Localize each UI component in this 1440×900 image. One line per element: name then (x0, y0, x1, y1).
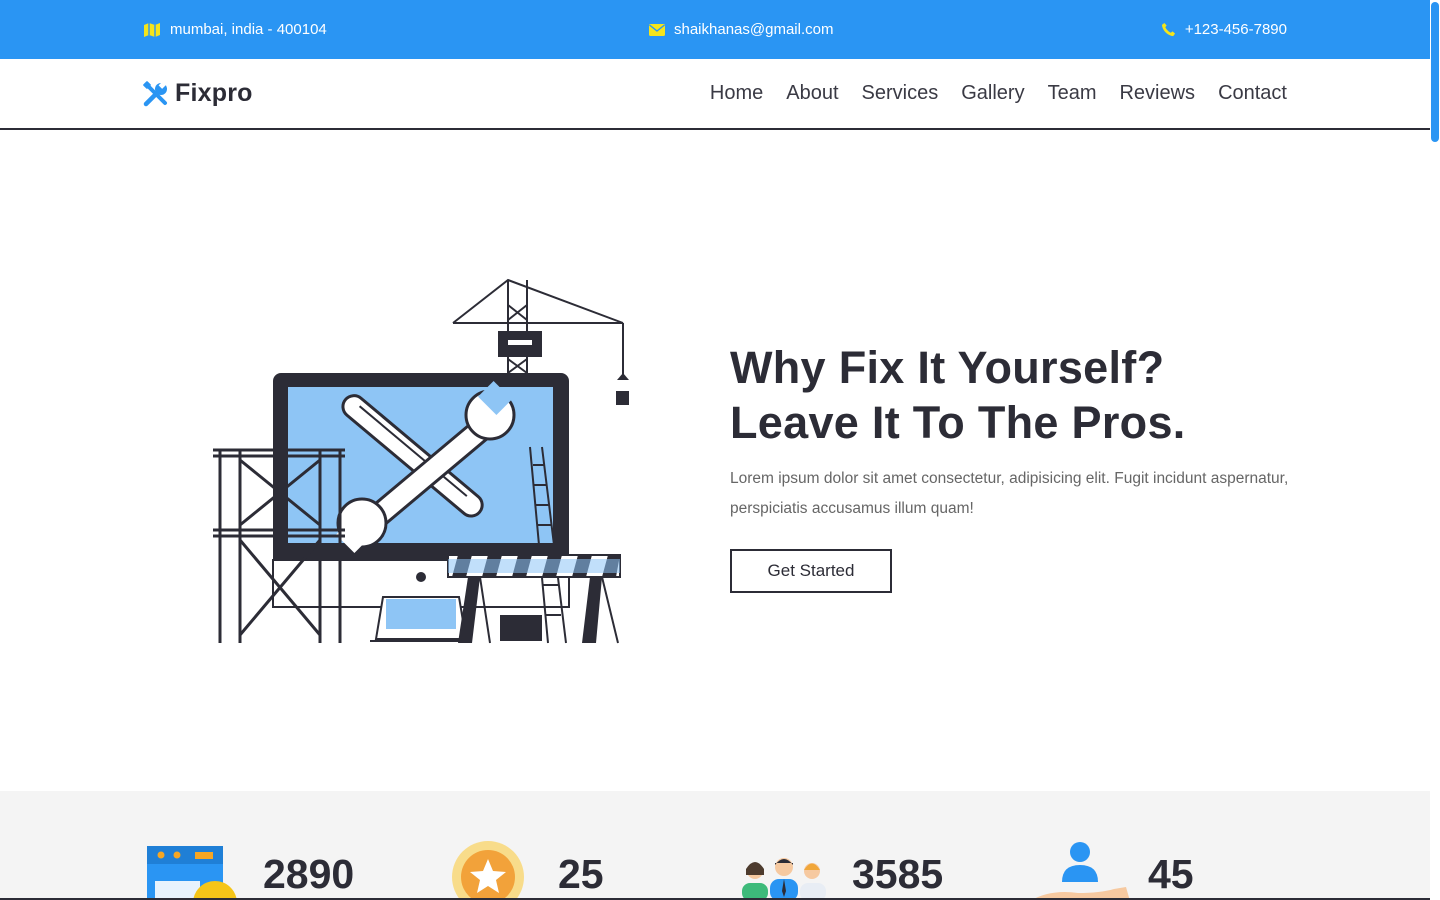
phone-text[interactable]: +123-456-7890 (1185, 21, 1287, 38)
nav-reviews[interactable]: Reviews (1119, 82, 1195, 105)
calendar-icon (147, 846, 237, 900)
address-text: mumbai, india - 400104 (170, 21, 327, 38)
hero-text-block: Why Fix It Yourself? Leave It To The Pro… (730, 340, 1290, 593)
email-info[interactable]: shaikhanas@gmail.com (649, 0, 833, 59)
hero-title-line-1: Why Fix It Yourself? (730, 342, 1165, 393)
scrollbar-thumb[interactable] (1431, 2, 1439, 142)
nav-services[interactable]: Services (862, 82, 939, 105)
hero-subtitle: Lorem ipsum dolor sit amet consectetur, … (730, 470, 1289, 517)
nav-about[interactable]: About (786, 82, 838, 105)
award-badge-icon (452, 841, 524, 900)
nav-home[interactable]: Home (710, 82, 763, 105)
repair-illustration (213, 278, 629, 644)
hero-title-line-2: Leave It To The Pros. (730, 397, 1186, 448)
brand-name: Fixpro (175, 79, 253, 107)
page-scrollbar[interactable] (1430, 0, 1440, 900)
hero-title: Why Fix It Yourself? Leave It To The Pro… (730, 340, 1290, 450)
stat-number: 25 (558, 851, 604, 897)
main-navbar: Fixpro Home About Services Gallery Team … (0, 59, 1430, 130)
stat-number: 2890 (263, 851, 355, 897)
email-text[interactable]: shaikhanas@gmail.com (674, 21, 833, 38)
nav-contact[interactable]: Contact (1218, 82, 1287, 105)
phone-info[interactable]: +123-456-7890 (1161, 0, 1287, 59)
address-info: mumbai, india - 400104 (143, 0, 327, 59)
nav-menu: Home About Services Gallery Team Reviews… (687, 59, 1287, 128)
map-icon (144, 22, 160, 37)
brand-logo[interactable]: Fixpro (143, 59, 253, 128)
nav-gallery[interactable]: Gallery (961, 82, 1024, 105)
phone-icon (1161, 22, 1175, 37)
hand-user-icon (1031, 842, 1130, 900)
tools-icon (143, 80, 167, 106)
team-people-icon (742, 858, 826, 900)
nav-team[interactable]: Team (1048, 82, 1097, 105)
stat-number: 3585 (852, 851, 944, 897)
get-started-button[interactable]: Get Started (730, 549, 892, 593)
crane-graphic (452, 278, 624, 380)
envelope-icon (649, 23, 665, 36)
stats-section: 2890 25 3585 45 (0, 791, 1430, 900)
stat-number: 45 (1148, 851, 1194, 897)
top-contact-bar: mumbai, india - 400104 shaikhanas@gmail.… (0, 0, 1430, 59)
